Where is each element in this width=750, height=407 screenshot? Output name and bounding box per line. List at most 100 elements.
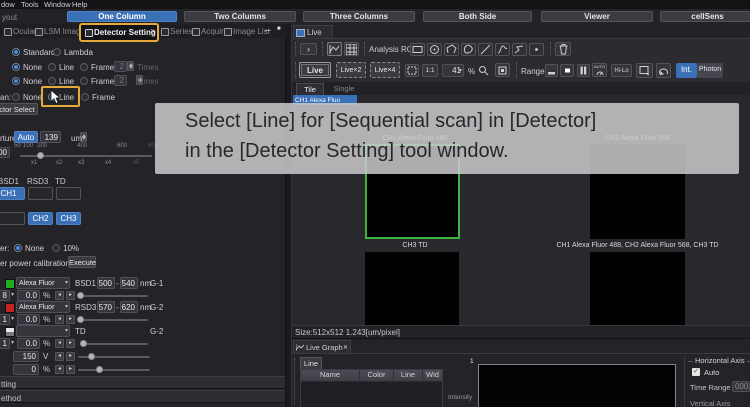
zoom-dropdown[interactable]: 41 ▾	[442, 64, 464, 77]
graph-plot[interactable]	[478, 364, 676, 407]
live-doc-tab[interactable]: Live	[293, 25, 333, 38]
power-none-radio[interactable]	[14, 244, 22, 252]
menu-item-tools[interactable]: Tools	[21, 0, 39, 9]
col-name[interactable]: Name	[301, 370, 360, 381]
ch3-power-left-icon[interactable]: ◂	[55, 339, 64, 348]
roi-polygon-button[interactable]	[444, 43, 459, 56]
ch2-power-right-icon[interactable]: ▸	[66, 315, 75, 324]
avg2-count-field[interactable]: 2	[114, 75, 127, 86]
menu-item-help[interactable]: Help	[72, 0, 87, 9]
ch2-laser-dropdown[interactable]: 1	[0, 314, 10, 325]
undo-button[interactable]	[656, 63, 671, 78]
live-graph-close-icon[interactable]: ✕	[343, 344, 348, 351]
line-profile-button[interactable]	[327, 42, 342, 56]
ch2-power-knob[interactable]	[77, 316, 84, 323]
time-range-field[interactable]: 000	[732, 381, 750, 392]
roi-freehand-button[interactable]	[461, 43, 476, 56]
ch1-power-left-icon[interactable]: ◂	[55, 291, 64, 300]
live-button[interactable]: Live	[299, 62, 331, 78]
range-auto-button[interactable]: AUTO	[592, 63, 607, 77]
tab-tile[interactable]: Tile	[296, 83, 324, 95]
avg2-frame-radio[interactable]	[80, 77, 88, 85]
seq-none-radio[interactable]	[12, 93, 20, 101]
avg2-line-radio[interactable]	[48, 77, 56, 85]
toolbar-grip[interactable]	[322, 42, 324, 56]
live-x4-button[interactable]: Live×4	[370, 62, 400, 78]
menu-item-window[interactable]: Window	[44, 0, 71, 9]
execute-button[interactable]: Execute	[68, 256, 96, 268]
ch2-to-field[interactable]: 620	[120, 301, 138, 313]
ch1-to-field[interactable]: 540	[120, 277, 138, 289]
menu-item[interactable]: dow	[1, 0, 15, 9]
section-method[interactable]: ethod	[0, 390, 285, 403]
ch1-dye-dropdown[interactable]: Alexa Fluor 488 ▾	[16, 277, 70, 289]
aperture-auto-button[interactable]: Auto	[14, 131, 38, 143]
toolbar-grip[interactable]	[516, 62, 518, 78]
lambda-radio[interactable]	[53, 48, 61, 56]
panel-maximize-icon[interactable]: ■	[277, 26, 281, 32]
range-full-button[interactable]	[577, 64, 590, 77]
tab-ocular[interactable]: Ocular	[13, 27, 37, 36]
avg1-frame-radio[interactable]	[80, 63, 88, 71]
ch2-power-left-icon[interactable]: ◂	[55, 315, 64, 324]
live-x2-button[interactable]: Live×2	[336, 62, 366, 78]
ch-empty-r1c2[interactable]	[28, 187, 53, 200]
delete-roi-button[interactable]	[555, 42, 571, 56]
layout-two-columns-button[interactable]: Two Columns	[184, 11, 296, 22]
actual-size-button[interactable]: 1:1	[422, 64, 438, 77]
toolbar-grip[interactable]	[295, 62, 297, 78]
panel-minimize-icon[interactable]: ─	[265, 26, 271, 35]
hilo-button[interactable]: Hi-Lo	[611, 64, 632, 77]
power-10-radio[interactable]	[52, 244, 60, 252]
auto-checkbox[interactable]: ✓	[692, 368, 700, 376]
ch2-power-track[interactable]	[80, 319, 148, 321]
layout-both-side-button[interactable]: Both Side	[423, 11, 532, 22]
edge-value-field[interactable]: 00	[0, 147, 10, 158]
hv-left-icon[interactable]: ◂	[55, 352, 64, 361]
ch1-power-knob[interactable]	[77, 292, 84, 299]
grid-view-button[interactable]	[344, 42, 359, 56]
ch2-dye-dropdown[interactable]: Alexa Fluor 568 ▾	[16, 301, 70, 313]
ch3-power-knob[interactable]	[80, 340, 87, 347]
ch1-from-field[interactable]: 500	[97, 277, 115, 289]
ch3-dye-dropdown[interactable]: ▾	[16, 325, 70, 337]
line-tab[interactable]: Line	[300, 357, 322, 369]
layout-viewer-button[interactable]: Viewer	[541, 11, 653, 22]
fit-to-window-button[interactable]	[405, 64, 419, 77]
hv-field[interactable]: 150	[13, 351, 39, 362]
ch1-power-field[interactable]: 0.0	[17, 290, 40, 301]
tab-detector-setting[interactable]: Detector Setting	[94, 28, 156, 37]
offset-knob[interactable]	[96, 366, 103, 373]
offset-right-icon[interactable]: ▸	[66, 365, 75, 374]
standard-radio[interactable]	[12, 48, 20, 56]
tab-series[interactable]: Series	[170, 27, 193, 36]
ch3-button[interactable]: CH3	[56, 212, 81, 225]
roi-polyline-button[interactable]	[512, 43, 527, 56]
ch1-button[interactable]: CH1	[0, 187, 25, 200]
roi-line-button[interactable]	[478, 43, 493, 56]
detector-setting-close-icon[interactable]: ✕	[150, 28, 155, 35]
live-graph-grip[interactable]	[294, 358, 296, 404]
ch2-from-field[interactable]: 570	[97, 301, 115, 313]
seq-frame-radio[interactable]	[81, 93, 89, 101]
offset-track[interactable]	[78, 369, 150, 371]
offset-left-icon[interactable]: ◂	[55, 365, 64, 374]
roi-circle-button[interactable]	[427, 43, 442, 56]
toolbar-grip[interactable]	[295, 42, 297, 56]
col-line[interactable]: Line	[394, 370, 423, 381]
avg1-line-radio[interactable]	[48, 63, 56, 71]
magnifier-button[interactable]	[476, 64, 490, 77]
roi-rectangle-button[interactable]	[410, 43, 425, 56]
ch3-laser-dropdown[interactable]: 1	[0, 338, 10, 349]
ch1-power-right-icon[interactable]: ▸	[66, 291, 75, 300]
roi-curve-button[interactable]	[495, 43, 510, 56]
hv-knob[interactable]	[88, 353, 95, 360]
ch1-power-track[interactable]	[80, 295, 148, 297]
ch-empty-r2c1[interactable]	[0, 212, 25, 225]
col-width[interactable]: Wid	[423, 370, 442, 381]
range-low-button[interactable]	[545, 64, 558, 77]
aperture-slider-knob[interactable]	[37, 152, 44, 159]
col-color[interactable]: Color	[360, 370, 394, 381]
layout-cellsens-button[interactable]: cellSens	[660, 11, 750, 22]
offset-field[interactable]: 0	[13, 364, 39, 375]
